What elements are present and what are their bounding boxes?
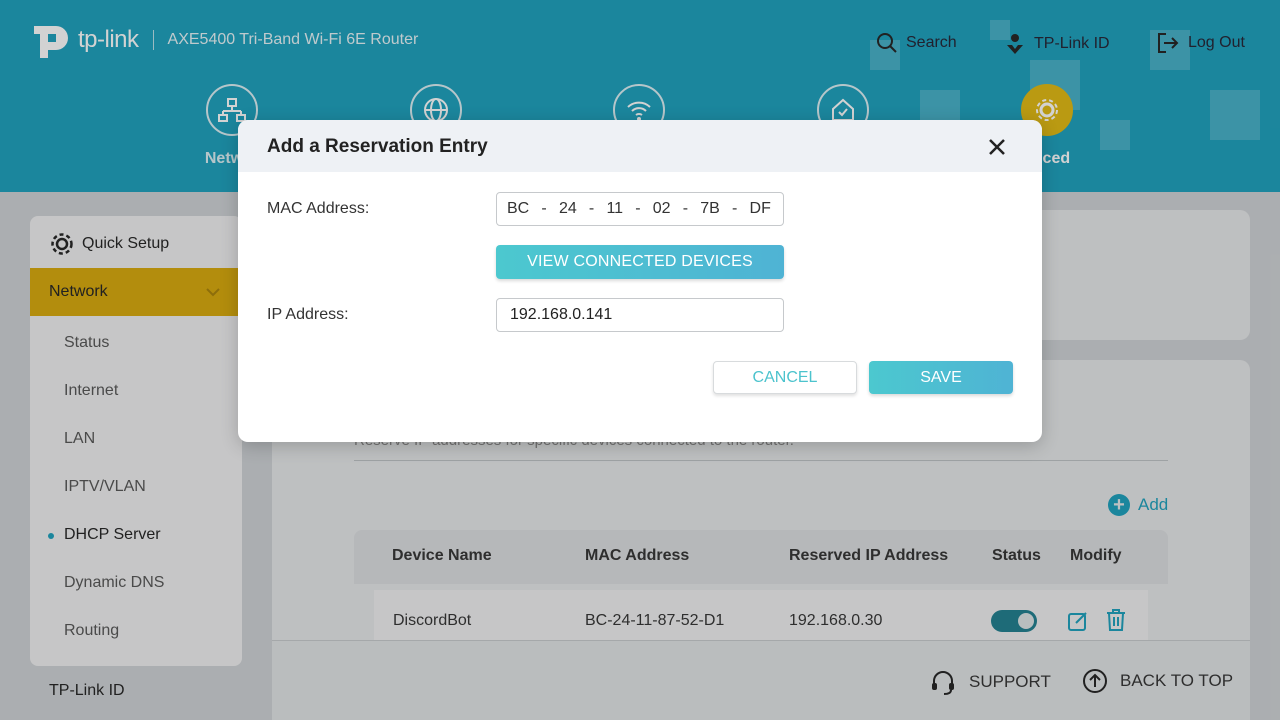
mac-address-label: MAC Address: <box>267 200 370 217</box>
view-connected-devices-button[interactable]: VIEW CONNECTED DEVICES <box>496 245 784 279</box>
mac-address-input[interactable]: BC - 24- 11- 02- 7B - DF <box>496 192 784 226</box>
mac-separator: - <box>732 200 738 217</box>
mac-octet-3[interactable]: 11 <box>606 200 623 218</box>
add-reservation-dialog: Add a Reservation Entry MAC Address: BC -… <box>238 120 1042 442</box>
mac-octet-1[interactable]: BC <box>507 200 529 218</box>
mac-separator: - <box>588 200 595 217</box>
mac-separator: - <box>635 200 641 217</box>
dialog-header: Add a Reservation Entry <box>238 120 1042 172</box>
ip-address-label: IP Address: <box>267 306 349 323</box>
mac-separator: - <box>682 200 689 217</box>
ip-address-input[interactable]: 192.168.0.141 <box>496 298 784 332</box>
mac-octet-2[interactable]: 24 <box>559 200 577 218</box>
cancel-button[interactable]: CANCEL <box>713 361 857 394</box>
dialog-title: Add a Reservation Entry <box>267 136 488 157</box>
close-icon[interactable] <box>986 136 1008 158</box>
mac-octet-5[interactable]: 7B <box>700 200 720 218</box>
mac-separator: - <box>541 200 547 217</box>
save-button[interactable]: SAVE <box>869 361 1013 394</box>
mac-octet-6[interactable]: DF <box>750 200 771 218</box>
mac-octet-4[interactable]: 02 <box>653 200 671 218</box>
